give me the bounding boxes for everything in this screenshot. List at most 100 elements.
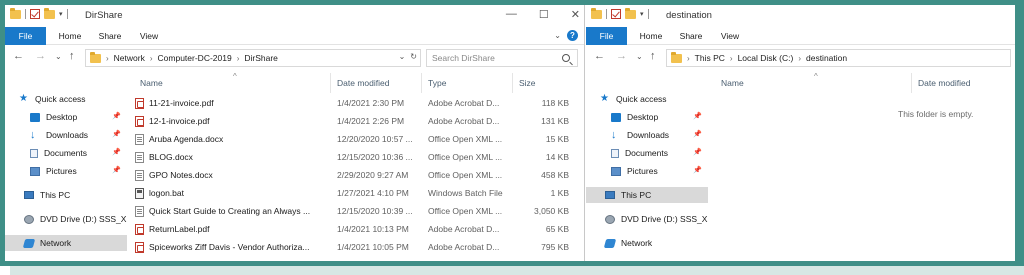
tab-share[interactable]: Share	[676, 27, 706, 45]
nav-desktop[interactable]: Desktop 📌	[5, 109, 127, 125]
address-dropdown-chevron-icon[interactable]: ⌄	[399, 52, 406, 61]
star-icon: ★	[600, 93, 609, 104]
nav-dvd-drive[interactable]: DVD Drive (D:) SSS_X	[586, 211, 708, 227]
forward-arrow-icon[interactable]: →	[35, 50, 46, 62]
breadcrumb-local-disk[interactable]: Local Disk (C:)	[738, 53, 794, 63]
search-icon[interactable]	[562, 54, 570, 62]
nav-documents[interactable]: Documents 📌	[5, 145, 127, 161]
nav-label: Quick access	[616, 94, 667, 104]
file-type: Office Open XML ...	[428, 152, 503, 162]
new-folder-icon[interactable]	[44, 7, 55, 19]
minimize-button[interactable]: —	[506, 8, 517, 21]
breadcrumb-destination[interactable]: destination	[806, 53, 847, 63]
file-type: Adobe Acrobat D...	[428, 224, 500, 234]
address-bar[interactable]: › This PC › Local Disk (C:) › destinatio…	[666, 49, 1011, 67]
nav-quick-access[interactable]: ★ Quick access	[586, 91, 708, 107]
recent-locations-chevron-icon[interactable]: ⌄	[55, 52, 62, 61]
expand-ribbon-chevron-icon[interactable]: ⌄	[554, 31, 561, 40]
tab-share[interactable]: Share	[95, 27, 125, 45]
tab-view[interactable]: View	[716, 27, 744, 45]
recent-locations-chevron-icon[interactable]: ⌄	[636, 52, 643, 61]
back-arrow-icon[interactable]: ←	[13, 50, 24, 62]
refresh-icon[interactable]: ↻	[410, 52, 417, 61]
bat-icon	[135, 188, 144, 199]
file-row[interactable]: Aruba Agenda.docx 12/20/2020 10:57 ... Off…	[129, 131, 584, 147]
nav-pictures[interactable]: Pictures 📌	[586, 163, 708, 179]
customize-toolbar-arrow-icon[interactable]: ▾	[640, 10, 644, 18]
pictures-icon	[611, 166, 621, 176]
customize-toolbar-arrow-icon[interactable]: ▾	[59, 10, 63, 18]
maximize-button[interactable]: ☐	[539, 8, 549, 21]
crumb-separator-icon[interactable]: ›	[798, 54, 801, 63]
address-bar[interactable]: › Network › Computer-DC-2019 › DirShare …	[85, 49, 421, 67]
tab-view[interactable]: View	[135, 27, 163, 45]
window-title: DirShare	[85, 10, 123, 21]
doc-icon	[135, 170, 144, 181]
breadcrumb-network[interactable]: Network	[114, 53, 145, 63]
file-size: 14 KB	[545, 152, 569, 162]
nav-quick-access[interactable]: ★ Quick access	[5, 91, 127, 107]
file-name: logon.bat	[149, 188, 184, 198]
network-icon	[22, 238, 36, 248]
tab-home[interactable]: Home	[636, 27, 666, 45]
file-row[interactable]: BLOG.docx 12/15/2020 10:36 ... Office Open…	[129, 149, 584, 165]
tab-home[interactable]: Home	[55, 27, 85, 45]
tab-file[interactable]: File	[586, 27, 627, 45]
nav-documents[interactable]: Documents 📌	[586, 145, 708, 161]
nav-downloads[interactable]: Downloads 📌	[586, 127, 708, 143]
nav-this-pc[interactable]: This PC	[586, 187, 708, 203]
column-header-name[interactable]: Name	[135, 73, 331, 93]
doc-icon	[135, 206, 144, 217]
file-size: 118 KB	[541, 98, 569, 108]
nav-label: Pictures	[46, 166, 77, 176]
crumb-separator-icon[interactable]: ›	[237, 54, 240, 63]
documents-icon	[611, 148, 619, 158]
file-type: Adobe Acrobat D...	[428, 242, 500, 252]
file-row[interactable]: logon.bat 1/27/2021 4:10 PM Windows Batch …	[129, 185, 584, 201]
breadcrumb-this-pc[interactable]: This PC	[695, 53, 725, 63]
file-row[interactable]: Quick Start Guide to Creating an Always …	[129, 203, 584, 219]
frame-shadow	[10, 266, 1024, 275]
crumb-separator-icon[interactable]: ›	[730, 54, 733, 63]
help-icon[interactable]: ?	[567, 30, 578, 41]
new-folder-icon[interactable]	[625, 7, 636, 19]
file-row[interactable]: GPO Notes.docx 2/29/2020 9:27 AM Office Op…	[129, 167, 584, 183]
up-arrow-icon[interactable]: ↑	[69, 50, 75, 62]
address-row: ← → ⌄ ↑ › Network › Computer-DC-2019 › D…	[5, 47, 584, 69]
nav-dvd-drive[interactable]: DVD Drive (D:) SSS_X	[5, 211, 127, 227]
file-size: 458 KB	[541, 170, 569, 180]
column-header-type[interactable]: Type	[423, 73, 513, 93]
nav-this-pc[interactable]: This PC	[5, 187, 127, 203]
forward-arrow-icon[interactable]: →	[616, 50, 627, 62]
file-row[interactable]: 12-1-invoice.pdf 1/4/2021 2:26 PM Adobe Ac…	[129, 113, 584, 129]
nav-pictures[interactable]: Pictures 📌	[5, 163, 127, 179]
properties-check-icon[interactable]	[30, 9, 40, 19]
column-header-size[interactable]: Size	[514, 73, 574, 93]
column-header-date-modified[interactable]: Date modified	[913, 73, 993, 93]
file-row[interactable]: ReturnLabel.pdf 1/4/2021 10:13 PM Adobe Ac…	[129, 221, 584, 237]
column-header-name[interactable]: Name	[716, 73, 912, 93]
nav-network[interactable]: Network	[5, 235, 127, 251]
toolbar-separator	[66, 9, 68, 19]
crumb-separator-icon[interactable]: ›	[106, 54, 109, 63]
crumb-separator-icon[interactable]: ›	[687, 54, 690, 63]
search-input[interactable]: Search DirShare	[426, 49, 578, 67]
quick-access-toolbar: ▾	[10, 7, 68, 19]
tab-file[interactable]: File	[5, 27, 46, 45]
breadcrumb-dirshare[interactable]: DirShare	[244, 53, 278, 63]
location-folder-icon	[90, 51, 101, 63]
crumb-separator-icon[interactable]: ›	[150, 54, 153, 63]
nav-label: Documents	[625, 148, 668, 158]
computer-icon	[24, 191, 34, 199]
up-arrow-icon[interactable]: ↑	[650, 50, 656, 62]
back-arrow-icon[interactable]: ←	[594, 50, 605, 62]
nav-network[interactable]: Network	[586, 235, 708, 251]
breadcrumb-computer-dc-2019[interactable]: Computer-DC-2019	[158, 53, 232, 63]
file-row[interactable]: 11-21-invoice.pdf 1/4/2021 2:30 PM Adobe A…	[129, 95, 584, 111]
properties-check-icon[interactable]	[611, 9, 621, 19]
file-row[interactable]: Spiceworks Ziff Davis - Vendor Authoriza…	[129, 239, 584, 255]
nav-desktop[interactable]: Desktop 📌	[586, 109, 708, 125]
nav-downloads[interactable]: Downloads 📌	[5, 127, 127, 143]
close-button[interactable]: ✕	[571, 8, 580, 21]
column-header-date-modified[interactable]: Date modified	[332, 73, 422, 93]
